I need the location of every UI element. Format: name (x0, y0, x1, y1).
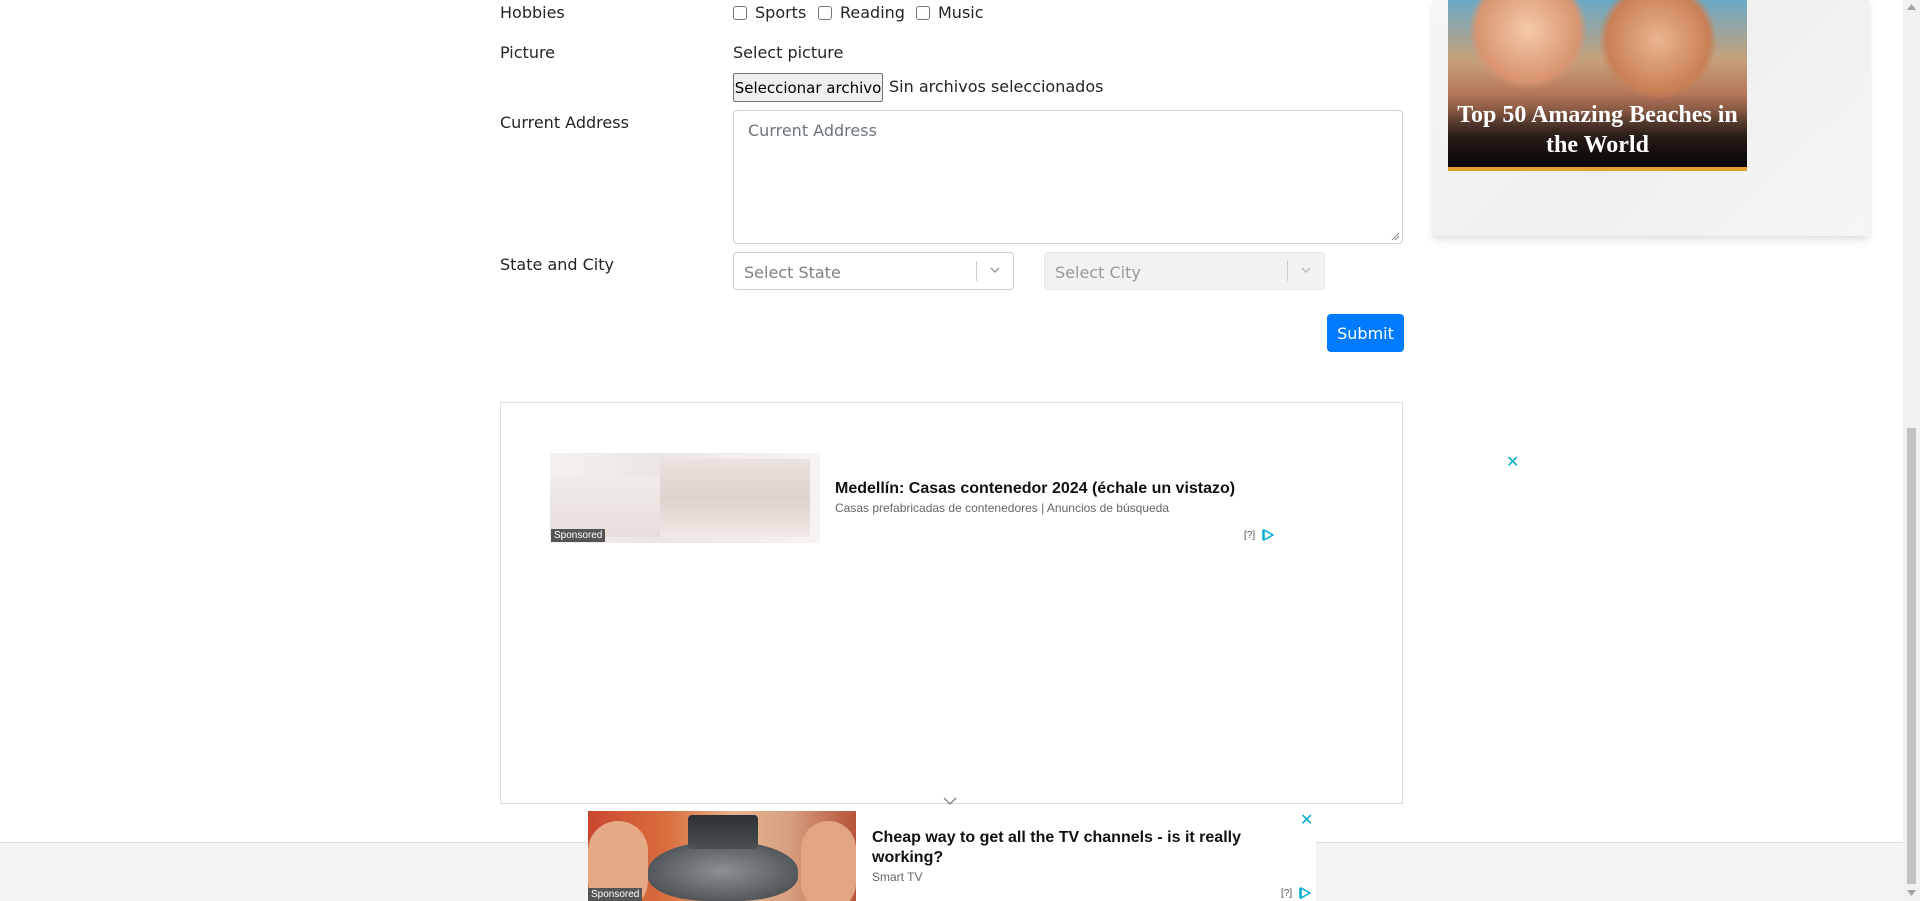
bottom-ad-title[interactable]: Cheap way to get all the TV channels - i… (872, 828, 1292, 868)
ad-image-house-right (660, 459, 810, 537)
file-status: Sin archivos seleccionados (889, 77, 1104, 96)
scroll-down-arrow-icon[interactable] (1906, 889, 1917, 897)
hobby-sports[interactable]: Sports (733, 3, 806, 22)
chevron-down-icon[interactable] (1300, 264, 1312, 276)
page: Hobbies Sports Reading Music Picture Sel… (0, 0, 1920, 901)
bottom-ad-hand-right (801, 821, 856, 901)
city-placeholder: Select City (1055, 263, 1141, 282)
bottom-adchoices-icon[interactable] (1299, 887, 1311, 899)
ad-close-icon[interactable]: ✕ (1506, 452, 1519, 471)
bottom-ad-device (648, 841, 798, 901)
submit-button[interactable]: Submit (1327, 314, 1404, 352)
bottom-ad-help-link[interactable]: [?] (1281, 888, 1292, 899)
ad-image-house-left (550, 477, 660, 537)
sports-label[interactable]: Sports (755, 3, 806, 22)
ad-subtitle[interactable]: Casas prefabricadas de contenedores | An… (835, 501, 1169, 515)
address-placeholder: Current Address (748, 121, 877, 140)
choose-file-button[interactable]: Seleccionar archivo (733, 73, 883, 102)
hobby-reading[interactable]: Reading (818, 3, 905, 22)
ad-help-link[interactable]: [?] (1244, 530, 1255, 541)
reading-checkbox[interactable] (818, 5, 832, 20)
address-label: Current Address (500, 113, 629, 132)
chevron-down-icon[interactable] (989, 264, 1001, 276)
city-select[interactable]: Select City (1044, 252, 1325, 290)
scrollbar-thumb[interactable] (1907, 428, 1916, 884)
collapse-chevron-icon[interactable] (943, 796, 957, 806)
state-select-separator (976, 261, 977, 281)
reading-label[interactable]: Reading (840, 3, 905, 22)
bottom-ad-plug (688, 815, 758, 849)
bottom-ad-close-icon[interactable]: ✕ (1300, 810, 1313, 829)
side-banner-figure-right (1598, 0, 1718, 100)
adchoices-icon[interactable] (1262, 529, 1274, 541)
city-select-separator (1287, 261, 1288, 281)
side-banner-figure-left (1468, 0, 1588, 90)
sports-checkbox[interactable] (733, 5, 747, 20)
ad-title[interactable]: Medellín: Casas contenedor 2024 (échale … (835, 480, 1235, 498)
picture-hint: Select picture (733, 43, 844, 62)
scroll-up-arrow-icon[interactable] (1906, 3, 1917, 11)
hobby-music[interactable]: Music (916, 3, 984, 22)
bottom-ad-source[interactable]: Smart TV (872, 870, 922, 884)
state-select[interactable]: Select State (733, 252, 1014, 290)
side-banner-title[interactable]: Top 50 Amazing Beaches in the World (1448, 100, 1747, 160)
bottom-ad-sponsored-tag: Sponsored (588, 888, 643, 901)
music-checkbox[interactable] (916, 5, 930, 20)
current-address-input[interactable]: Current Address (733, 110, 1403, 244)
resize-grip-icon[interactable] (1390, 231, 1400, 241)
state-placeholder: Select State (744, 263, 841, 282)
state-city-label: State and City (500, 255, 614, 274)
picture-label: Picture (500, 43, 556, 62)
side-banner-accent-bar (1448, 167, 1747, 171)
hobbies-label: Hobbies (500, 3, 565, 22)
ad-sponsored-tag: Sponsored (551, 529, 606, 542)
music-label[interactable]: Music (938, 3, 984, 22)
